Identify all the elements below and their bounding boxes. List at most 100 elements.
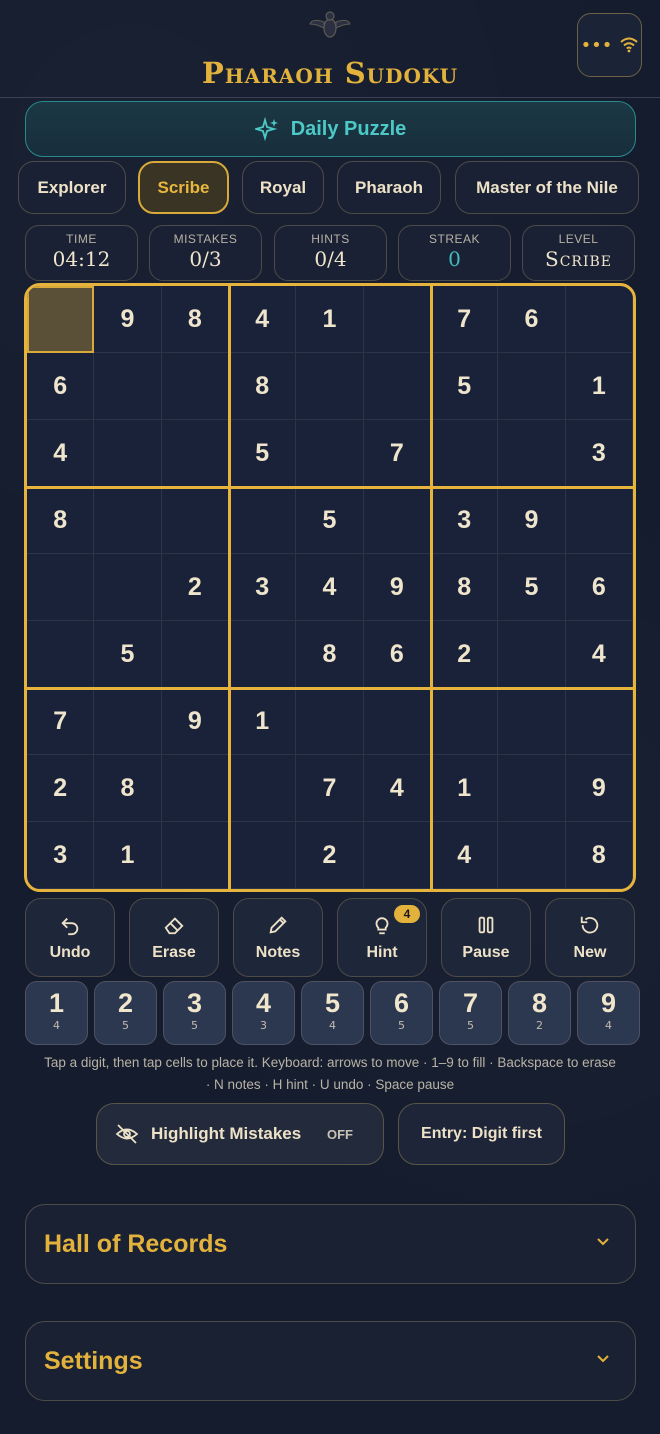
- board-cell[interactable]: 6: [27, 353, 95, 420]
- digit-button-7[interactable]: 75: [439, 981, 502, 1045]
- board-cell[interactable]: 1: [296, 286, 364, 353]
- board-cell[interactable]: 2: [431, 621, 499, 688]
- board-cell[interactable]: [94, 487, 162, 554]
- board-cell[interactable]: 5: [296, 487, 364, 554]
- board-cell[interactable]: 8: [161, 286, 229, 353]
- board-cell[interactable]: [565, 286, 633, 353]
- hall-of-records-panel[interactable]: Hall of Records: [25, 1204, 636, 1284]
- board-cell[interactable]: [498, 420, 566, 487]
- board-cell[interactable]: [498, 353, 566, 420]
- board-cell[interactable]: 1: [229, 688, 297, 755]
- board-cell[interactable]: 2: [161, 554, 229, 621]
- level-pharaoh[interactable]: Pharaoh: [337, 161, 441, 214]
- board-cell[interactable]: [363, 487, 431, 554]
- board-cell[interactable]: 6: [565, 554, 633, 621]
- digit-button-1[interactable]: 14: [25, 981, 88, 1045]
- board-cell[interactable]: 1: [94, 822, 162, 889]
- board-cell[interactable]: 4: [431, 822, 499, 889]
- board-cell[interactable]: 9: [363, 554, 431, 621]
- board-cell[interactable]: 9: [161, 688, 229, 755]
- board-cell[interactable]: [363, 688, 431, 755]
- board-cell[interactable]: 5: [498, 554, 566, 621]
- board-cell[interactable]: 7: [363, 420, 431, 487]
- digit-button-4[interactable]: 43: [232, 981, 295, 1045]
- level-master-of-the-nile[interactable]: Master of the Nile: [455, 161, 639, 214]
- board-cell[interactable]: [161, 822, 229, 889]
- board-cell[interactable]: 9: [565, 755, 633, 822]
- level-explorer[interactable]: Explorer: [18, 161, 126, 214]
- board-cell[interactable]: [431, 688, 499, 755]
- board-cell[interactable]: 9: [94, 286, 162, 353]
- board-cell[interactable]: [27, 621, 95, 688]
- board-cell[interactable]: [498, 621, 566, 688]
- board-cell[interactable]: 5: [94, 621, 162, 688]
- board-cell[interactable]: 4: [363, 755, 431, 822]
- digit-button-2[interactable]: 25: [94, 981, 157, 1045]
- pause-button[interactable]: Pause: [441, 898, 531, 977]
- board-cell[interactable]: 3: [565, 420, 633, 487]
- board-cell[interactable]: [27, 554, 95, 621]
- board-cell[interactable]: [565, 487, 633, 554]
- board-cell[interactable]: [161, 755, 229, 822]
- board-cell[interactable]: [94, 554, 162, 621]
- highlight-mistakes-toggle[interactable]: Highlight Mistakes OFF: [96, 1103, 384, 1165]
- board-cell[interactable]: [498, 755, 566, 822]
- new-game-button[interactable]: New: [545, 898, 635, 977]
- board-cell[interactable]: 8: [27, 487, 95, 554]
- board-cell[interactable]: 7: [431, 286, 499, 353]
- board-cell[interactable]: 4: [27, 420, 95, 487]
- board-cell[interactable]: [296, 353, 364, 420]
- board-cell[interactable]: [161, 420, 229, 487]
- digit-button-8[interactable]: 82: [508, 981, 571, 1045]
- board-cell[interactable]: [94, 353, 162, 420]
- board-cell[interactable]: [161, 621, 229, 688]
- digit-button-6[interactable]: 65: [370, 981, 433, 1045]
- undo-button[interactable]: Undo: [25, 898, 115, 977]
- board-cell[interactable]: 1: [431, 755, 499, 822]
- board-cell[interactable]: 3: [431, 487, 499, 554]
- board-cell[interactable]: 1: [565, 353, 633, 420]
- board-cell[interactable]: [94, 420, 162, 487]
- entry-mode-button[interactable]: Entry: Digit first: [398, 1103, 565, 1165]
- notes-button[interactable]: Notes: [233, 898, 323, 977]
- board-cell[interactable]: 8: [431, 554, 499, 621]
- board-cell[interactable]: 6: [498, 286, 566, 353]
- board-cell[interactable]: [296, 688, 364, 755]
- daily-puzzle-button[interactable]: Daily Puzzle: [25, 101, 636, 157]
- digit-button-5[interactable]: 54: [301, 981, 364, 1045]
- level-royal[interactable]: Royal: [242, 161, 324, 214]
- settings-panel[interactable]: Settings: [25, 1321, 636, 1401]
- menu-button[interactable]: •••: [577, 13, 642, 77]
- board-cell[interactable]: [229, 621, 297, 688]
- board-cell[interactable]: [229, 487, 297, 554]
- board-cell[interactable]: [161, 487, 229, 554]
- board-cell[interactable]: 9: [498, 487, 566, 554]
- board-cell[interactable]: [363, 353, 431, 420]
- board-cell[interactable]: [229, 822, 297, 889]
- board-cell[interactable]: [363, 822, 431, 889]
- hint-button[interactable]: Hint 4: [337, 898, 427, 977]
- board-cell[interactable]: 4: [565, 621, 633, 688]
- board-cell[interactable]: 3: [229, 554, 297, 621]
- digit-button-9[interactable]: 94: [577, 981, 640, 1045]
- board-cell[interactable]: 4: [229, 286, 297, 353]
- board-cell[interactable]: [94, 688, 162, 755]
- board-cell[interactable]: 8: [229, 353, 297, 420]
- erase-button[interactable]: Erase: [129, 898, 219, 977]
- board-cell[interactable]: [565, 688, 633, 755]
- board-cell[interactable]: [431, 420, 499, 487]
- board-cell[interactable]: [363, 286, 431, 353]
- board-cell[interactable]: 7: [27, 688, 95, 755]
- board-cell[interactable]: 2: [27, 755, 95, 822]
- board-cell[interactable]: 4: [296, 554, 364, 621]
- board-cell[interactable]: [161, 353, 229, 420]
- board-cell[interactable]: 5: [431, 353, 499, 420]
- board-cell[interactable]: 8: [565, 822, 633, 889]
- board-cell[interactable]: [498, 822, 566, 889]
- board-cell[interactable]: 5: [229, 420, 297, 487]
- board-cell[interactable]: 3: [27, 822, 95, 889]
- board-cell[interactable]: 8: [296, 621, 364, 688]
- board-cell[interactable]: 8: [94, 755, 162, 822]
- board-cell[interactable]: 7: [296, 755, 364, 822]
- board-cell[interactable]: 2: [296, 822, 364, 889]
